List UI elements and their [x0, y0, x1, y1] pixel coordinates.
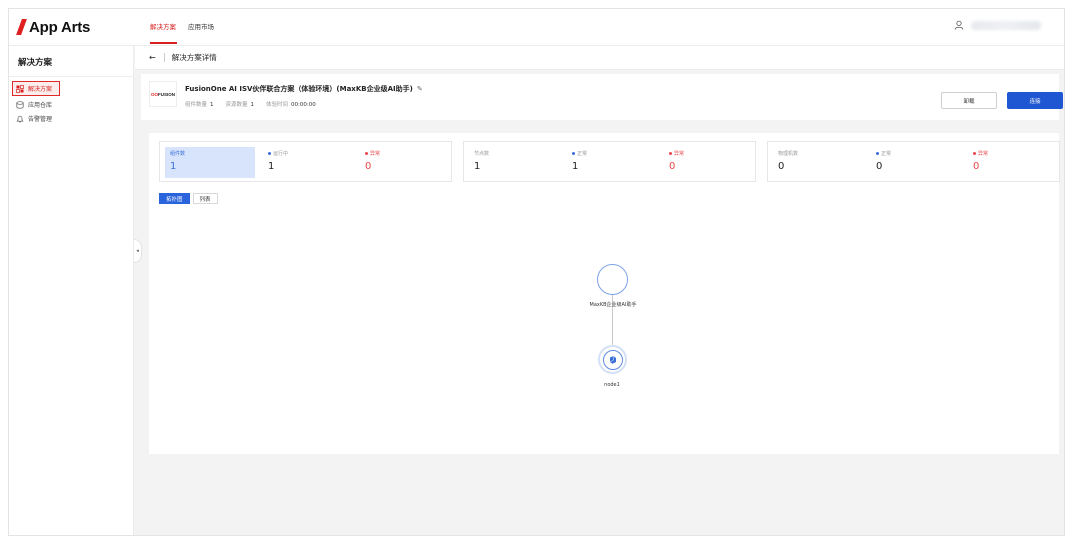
meta-label: 组件数量: [185, 102, 208, 108]
solution-title-row: FusionOne AI ISV伙伴联合方案（体验环境）(MaxKB企业级AI助…: [185, 84, 423, 94]
stat-physical-error[interactable]: 异常 0: [968, 147, 1058, 178]
stat-label: 节点数: [474, 151, 490, 157]
solution-icon: [15, 84, 24, 93]
stat-value: 0: [669, 161, 676, 172]
sidebar: 解决方案 解决方案 应用仓库 告警管理: [9, 46, 134, 535]
stat-label-row: 异常: [669, 150, 684, 157]
stat-label: 运行中: [273, 151, 289, 157]
status-dot-icon: [268, 152, 271, 155]
connect-button[interactable]: 连接: [1007, 92, 1063, 109]
stat-label-row: 异常: [365, 150, 380, 157]
stat-label: 正常: [881, 151, 892, 157]
logo-mark-icon: [16, 19, 27, 35]
stat-physical-normal[interactable]: 正常 0: [871, 147, 961, 178]
tab-topology[interactable]: 拓扑图: [159, 193, 190, 204]
stat-value: 1: [170, 161, 177, 172]
top-bar: App Arts 解决方案 应用市场: [9, 9, 1064, 46]
solution-logo-mark: OO: [150, 91, 158, 97]
stat-node-error[interactable]: 异常 0: [664, 147, 754, 178]
meta-value: 00:00:00: [291, 102, 316, 108]
stat-label-row: 运行中: [268, 150, 288, 157]
stat-label: 异常: [978, 151, 989, 157]
solution-node-label: MaxKB企业级AI助手: [589, 302, 637, 308]
meta-experience-time: 体验时间 00:00:00: [266, 100, 316, 108]
solution-logo: OO FUSION: [149, 81, 177, 107]
repository-icon: [15, 100, 24, 109]
sidebar-item-solutions[interactable]: 解决方案: [11, 81, 61, 96]
stat-component-error[interactable]: 异常 0: [360, 147, 450, 178]
edit-icon[interactable]: ✎: [417, 85, 423, 93]
solution-logo-text: FUSION: [158, 91, 176, 97]
uninstall-button[interactable]: 卸载: [941, 92, 997, 109]
stat-label: 组件数: [170, 151, 186, 157]
arrow-left-icon[interactable]: ←: [149, 53, 156, 62]
stat-label: 正常: [577, 151, 588, 157]
meta-resource-count: 资源数量 1: [226, 100, 255, 108]
meta-label: 体验时间: [266, 102, 289, 108]
stat-label-row: 正常: [876, 150, 891, 157]
meta-value: 1: [250, 102, 255, 108]
status-dot-icon: [572, 152, 575, 155]
meta-value: 1: [210, 102, 214, 108]
logo-text: App Arts: [29, 18, 91, 36]
stat-running[interactable]: 运行中 1: [263, 147, 353, 178]
stat-label: 异常: [674, 151, 685, 157]
stat-value: 0: [876, 161, 883, 172]
stat-value: 0: [365, 161, 372, 172]
stat-physical-count[interactable]: 物理机数 0: [773, 147, 863, 178]
stat-label-row: 正常: [572, 150, 587, 157]
status-dot-icon: [669, 152, 672, 155]
stat-value: 0: [973, 161, 980, 172]
tab-list[interactable]: 列表: [192, 193, 218, 204]
stat-value: 1: [474, 161, 481, 172]
app-frame: App Arts 解决方案 应用市场 解决方案 解决方案 应用仓库 告警管理 ◂…: [8, 8, 1065, 536]
user-icon[interactable]: [954, 20, 964, 30]
sidebar-divider: [9, 76, 134, 77]
top-tab-app-market[interactable]: 应用市场: [188, 21, 214, 31]
stat-value: 1: [268, 161, 275, 172]
app-logo[interactable]: App Arts: [16, 18, 91, 36]
solution-meta: 组件数量 1 资源数量 1 体验时间 00:00:00: [185, 100, 316, 108]
sidebar-item-app-repository[interactable]: 应用仓库: [15, 98, 52, 111]
sidebar-item-label: 应用仓库: [28, 102, 53, 109]
stat-node-count[interactable]: 节点数 1: [469, 147, 559, 178]
stat-node-normal[interactable]: 正常 1: [567, 147, 657, 178]
host-node-label: node1: [604, 382, 620, 388]
stat-value: 1: [572, 161, 579, 172]
status-dot-icon: [973, 152, 976, 155]
status-dot-icon: [365, 152, 368, 155]
sidebar-collapse-handle[interactable]: ◂: [134, 239, 142, 263]
topology-solution-node[interactable]: [597, 264, 628, 295]
caret-left-icon: ◂: [136, 248, 139, 254]
sidebar-item-label: 解决方案: [28, 86, 53, 93]
sidebar-item-label: 告警管理: [28, 116, 53, 123]
view-tabs: 拓扑图 列表: [159, 193, 221, 204]
topology-host-node[interactable]: [598, 345, 627, 374]
stat-label: 物理机数: [778, 151, 799, 157]
alarm-icon: [15, 114, 24, 123]
top-tab-solutions[interactable]: 解决方案: [150, 21, 176, 31]
breadcrumb: ← 解决方案详情: [135, 46, 1064, 70]
component-stats: 组件数 1 运行中 1 异常 0: [159, 141, 452, 182]
meta-label: 资源数量: [225, 102, 248, 108]
physical-machine-stats: 物理机数 0 正常 0 异常 0: [767, 141, 1060, 182]
node-stats: 节点数 1 正常 1 异常 0: [463, 141, 756, 182]
active-tab-indicator: [150, 42, 177, 44]
status-dot-icon: [876, 152, 879, 155]
user-name-redacted[interactable]: [971, 21, 1041, 30]
solution-title: FusionOne AI ISV伙伴联合方案（体验环境）(MaxKB企业级AI助…: [185, 85, 413, 93]
solution-header: OO FUSION FusionOne AI ISV伙伴联合方案（体验环境）(Ma…: [141, 74, 1063, 120]
stat-value: 0: [778, 161, 785, 172]
sidebar-item-alarm-management[interactable]: 告警管理: [15, 112, 52, 125]
stat-label: 异常: [370, 151, 381, 157]
page-title: 解决方案详情: [171, 53, 217, 62]
stat-label-row: 异常: [973, 150, 988, 157]
breadcrumb-divider: [163, 53, 165, 62]
sidebar-title: 解决方案: [18, 58, 53, 68]
topology-panel: 组件数 1 运行中 1 异常 0 节点数 1 正常 1 异常 0 物理机数 0 …: [149, 133, 1060, 454]
meta-component-count: 组件数量 1: [185, 100, 214, 108]
stat-component-count[interactable]: 组件数 1: [165, 147, 255, 178]
server-icon: [602, 349, 623, 370]
